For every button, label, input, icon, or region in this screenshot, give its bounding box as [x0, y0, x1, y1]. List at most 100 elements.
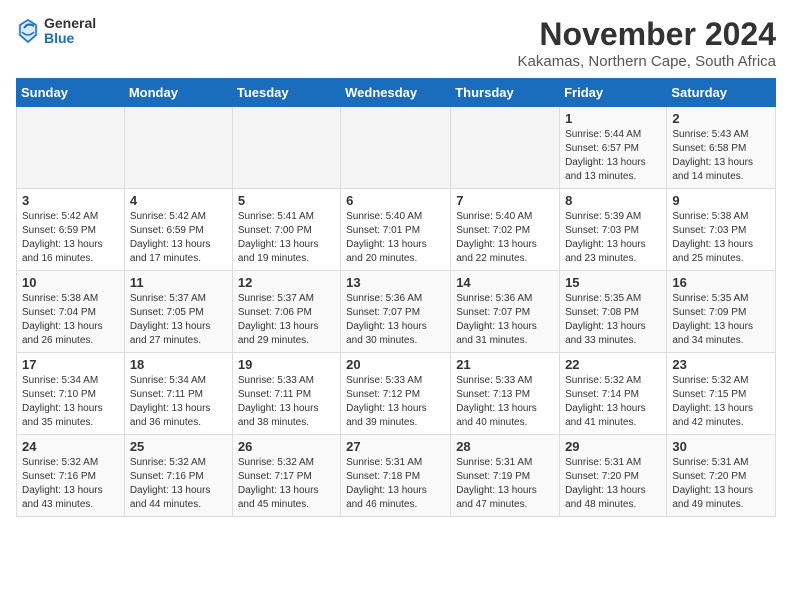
calendar-cell: 26Sunrise: 5:32 AM Sunset: 7:17 PM Dayli…: [232, 435, 340, 517]
day-info: Sunrise: 5:31 AM Sunset: 7:19 PM Dayligh…: [456, 456, 554, 512]
day-info: Sunrise: 5:42 AM Sunset: 6:59 PM Dayligh…: [130, 210, 227, 266]
title-block: November 2024 Kakamas, Northern Cape, So…: [518, 16, 776, 70]
calendar-week-row: 17 Sunrise: 5:34 AM Sunset: 7:10 PM Dayli…: [17, 353, 776, 435]
calendar-cell: 13Sunrise: 5:36 AM Sunset: 7:07 PM Dayli…: [341, 271, 451, 353]
calendar-cell: [451, 107, 560, 189]
day-info: Sunrise: 5:31 AM Sunset: 7:20 PM Dayligh…: [672, 456, 770, 512]
day-info: Sunrise: 5:44 AM Sunset: 6:57 PM Dayligh…: [565, 128, 661, 184]
calendar-cell: [17, 107, 125, 189]
day-number: 24: [22, 439, 119, 454]
calendar-header-row: SundayMondayTuesdayWednesdayThursdayFrid…: [17, 79, 776, 107]
logo-blue-text: Blue: [44, 31, 96, 46]
calendar-week-row: 10Sunrise: 5:38 AM Sunset: 7:04 PM Dayli…: [17, 271, 776, 353]
day-info: Sunrise: 5:35 AM Sunset: 7:09 PM Dayligh…: [672, 292, 770, 348]
day-info: Sunrise: 5:38 AM Sunset: 7:04 PM Dayligh…: [22, 292, 119, 348]
day-info: Sunrise: 5:42 AM Sunset: 6:59 PM Dayligh…: [22, 210, 119, 266]
day-info: Sunrise: 5:32 AM Sunset: 7:15 PM Dayligh…: [672, 374, 770, 430]
calendar-cell: 19Sunrise: 5:33 AM Sunset: 7:11 PM Dayli…: [232, 353, 340, 435]
day-number: 21: [456, 357, 554, 372]
day-info: Sunrise: 5:41 AM Sunset: 7:00 PM Dayligh…: [238, 210, 335, 266]
col-header-saturday: Saturday: [667, 79, 776, 107]
logo-text: General Blue: [44, 16, 96, 47]
day-info: Sunrise: 5:33 AM Sunset: 7:13 PM Dayligh…: [456, 374, 554, 430]
month-title: November 2024: [518, 16, 776, 53]
day-info: Sunrise: 5:40 AM Sunset: 7:02 PM Dayligh…: [456, 210, 554, 266]
calendar-cell: 27Sunrise: 5:31 AM Sunset: 7:18 PM Dayli…: [341, 435, 451, 517]
day-number: 11: [130, 275, 227, 290]
day-number: 29: [565, 439, 661, 454]
day-number: 12: [238, 275, 335, 290]
calendar-cell: 12 Sunrise: 5:37 AM Sunset: 7:06 PM Dayli…: [232, 271, 340, 353]
calendar-cell: 4 Sunrise: 5:42 AM Sunset: 6:59 PM Daylig…: [124, 189, 232, 271]
day-number: 5: [238, 193, 335, 208]
day-info: Sunrise: 5:39 AM Sunset: 7:03 PM Dayligh…: [565, 210, 661, 266]
col-header-friday: Friday: [560, 79, 667, 107]
day-info: Sunrise: 5:31 AM Sunset: 7:20 PM Dayligh…: [565, 456, 661, 512]
col-header-monday: Monday: [124, 79, 232, 107]
calendar-cell: 9 Sunrise: 5:38 AM Sunset: 7:03 PM Daylig…: [667, 189, 776, 271]
logo: General Blue: [16, 16, 96, 47]
calendar-week-row: 1 Sunrise: 5:44 AM Sunset: 6:57 PM Daylig…: [17, 107, 776, 189]
day-info: Sunrise: 5:37 AM Sunset: 7:05 PM Dayligh…: [130, 292, 227, 348]
calendar-cell: [341, 107, 451, 189]
day-info: Sunrise: 5:35 AM Sunset: 7:08 PM Dayligh…: [565, 292, 661, 348]
day-number: 22: [565, 357, 661, 372]
col-header-wednesday: Wednesday: [341, 79, 451, 107]
day-info: Sunrise: 5:36 AM Sunset: 7:07 PM Dayligh…: [456, 292, 554, 348]
day-info: Sunrise: 5:33 AM Sunset: 7:12 PM Dayligh…: [346, 374, 445, 430]
calendar-cell: 28 Sunrise: 5:31 AM Sunset: 7:19 PM Dayli…: [451, 435, 560, 517]
day-number: 25: [130, 439, 227, 454]
calendar-cell: 15 Sunrise: 5:35 AM Sunset: 7:08 PM Dayli…: [560, 271, 667, 353]
day-info: Sunrise: 5:38 AM Sunset: 7:03 PM Dayligh…: [672, 210, 770, 266]
day-number: 30: [672, 439, 770, 454]
day-number: 17: [22, 357, 119, 372]
calendar-cell: 18 Sunrise: 5:34 AM Sunset: 7:11 PM Dayli…: [124, 353, 232, 435]
day-info: Sunrise: 5:37 AM Sunset: 7:06 PM Dayligh…: [238, 292, 335, 348]
calendar-cell: 22 Sunrise: 5:32 AM Sunset: 7:14 PM Dayli…: [560, 353, 667, 435]
calendar-cell: 20 Sunrise: 5:33 AM Sunset: 7:12 PM Dayli…: [341, 353, 451, 435]
calendar-cell: 21 Sunrise: 5:33 AM Sunset: 7:13 PM Dayli…: [451, 353, 560, 435]
col-header-tuesday: Tuesday: [232, 79, 340, 107]
page-header: General Blue November 2024 Kakamas, Nort…: [16, 16, 776, 70]
calendar-cell: [232, 107, 340, 189]
day-number: 2: [672, 111, 770, 126]
calendar-cell: 6 Sunrise: 5:40 AM Sunset: 7:01 PM Daylig…: [341, 189, 451, 271]
col-header-thursday: Thursday: [451, 79, 560, 107]
calendar-table: SundayMondayTuesdayWednesdayThursdayFrid…: [16, 78, 776, 517]
calendar-cell: 30 Sunrise: 5:31 AM Sunset: 7:20 PM Dayli…: [667, 435, 776, 517]
calendar-cell: 23 Sunrise: 5:32 AM Sunset: 7:15 PM Dayli…: [667, 353, 776, 435]
day-number: 9: [672, 193, 770, 208]
day-info: Sunrise: 5:32 AM Sunset: 7:16 PM Dayligh…: [22, 456, 119, 512]
day-number: 1: [565, 111, 661, 126]
day-number: 7: [456, 193, 554, 208]
calendar-cell: 10Sunrise: 5:38 AM Sunset: 7:04 PM Dayli…: [17, 271, 125, 353]
day-number: 13: [346, 275, 445, 290]
day-info: Sunrise: 5:32 AM Sunset: 7:16 PM Dayligh…: [130, 456, 227, 512]
logo-icon: [16, 16, 40, 46]
day-info: Sunrise: 5:40 AM Sunset: 7:01 PM Dayligh…: [346, 210, 445, 266]
location-subtitle: Kakamas, Northern Cape, South Africa: [518, 53, 776, 70]
day-info: Sunrise: 5:32 AM Sunset: 7:14 PM Dayligh…: [565, 374, 661, 430]
day-number: 14: [456, 275, 554, 290]
calendar-cell: 24 Sunrise: 5:32 AM Sunset: 7:16 PM Dayli…: [17, 435, 125, 517]
day-number: 8: [565, 193, 661, 208]
calendar-cell: 1 Sunrise: 5:44 AM Sunset: 6:57 PM Daylig…: [560, 107, 667, 189]
day-info: Sunrise: 5:31 AM Sunset: 7:18 PM Dayligh…: [346, 456, 445, 512]
day-number: 28: [456, 439, 554, 454]
day-info: Sunrise: 5:34 AM Sunset: 7:11 PM Dayligh…: [130, 374, 227, 430]
calendar-cell: 2 Sunrise: 5:43 AM Sunset: 6:58 PM Daylig…: [667, 107, 776, 189]
day-number: 23: [672, 357, 770, 372]
day-number: 15: [565, 275, 661, 290]
calendar-cell: 8 Sunrise: 5:39 AM Sunset: 7:03 PM Daylig…: [560, 189, 667, 271]
calendar-cell: 17 Sunrise: 5:34 AM Sunset: 7:10 PM Dayli…: [17, 353, 125, 435]
day-number: 3: [22, 193, 119, 208]
day-number: 20: [346, 357, 445, 372]
day-number: 6: [346, 193, 445, 208]
day-info: Sunrise: 5:34 AM Sunset: 7:10 PM Dayligh…: [22, 374, 119, 430]
day-info: Sunrise: 5:43 AM Sunset: 6:58 PM Dayligh…: [672, 128, 770, 184]
day-number: 16: [672, 275, 770, 290]
calendar-cell: 16 Sunrise: 5:35 AM Sunset: 7:09 PM Dayli…: [667, 271, 776, 353]
day-number: 18: [130, 357, 227, 372]
calendar-cell: 14 Sunrise: 5:36 AM Sunset: 7:07 PM Dayli…: [451, 271, 560, 353]
day-number: 4: [130, 193, 227, 208]
